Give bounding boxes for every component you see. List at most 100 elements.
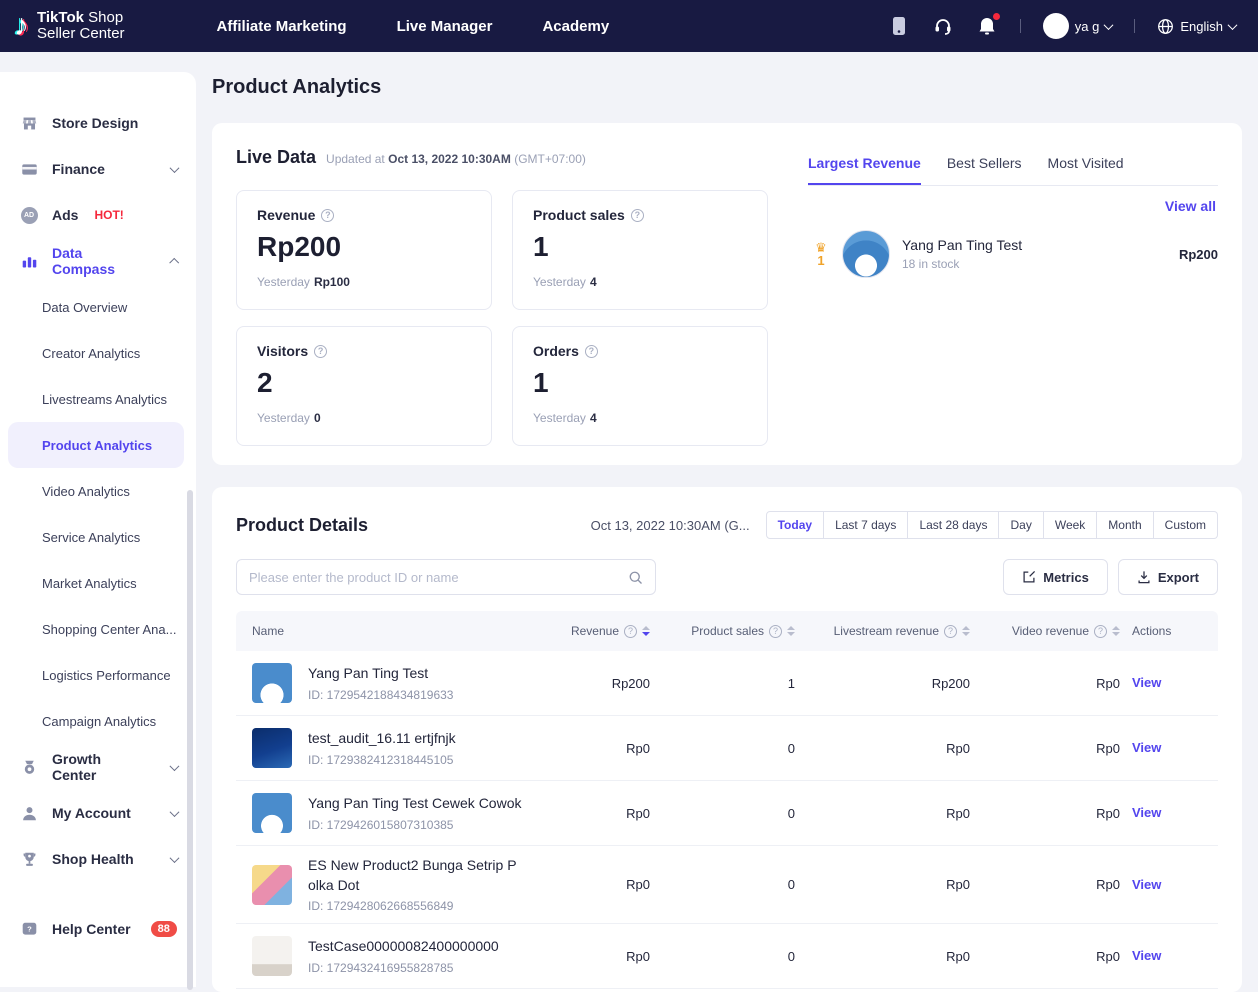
nav-link-academy[interactable]: Academy [542,18,609,35]
info-icon[interactable]: ? [314,345,327,358]
sort-icon[interactable] [962,626,970,636]
range-custom[interactable]: Custom [1154,511,1218,539]
sidebar-item-label: Ads [52,207,78,223]
date-range-group: Today Last 7 days Last 28 days Day Week … [766,511,1218,539]
nav-link-live-manager[interactable]: Live Manager [397,18,493,35]
product-details-card: Product Details Oct 13, 2022 10:30AM (G.… [212,487,1242,992]
user-name: ya g [1075,19,1100,34]
updated-at: Updated at Oct 13, 2022 10:30AM (GMT+07:… [326,152,586,166]
export-button[interactable]: Export [1118,559,1218,595]
sidebar-item-campaign-analytics[interactable]: Campaign Analytics [0,698,196,744]
sidebar-item-shop-health[interactable]: Shop Health [0,836,196,882]
info-icon[interactable]: ? [769,625,782,638]
tab-best-sellers[interactable]: Best Sellers [947,155,1022,185]
mobile-icon[interactable] [888,15,910,37]
product-name: ES New Product2 Bunga Setrip Polka Dot [308,856,522,895]
sidebar-item-data-overview[interactable]: Data Overview [0,284,196,330]
info-icon[interactable]: ? [944,625,957,638]
language-selector[interactable]: English [1157,18,1236,35]
nav-links: Affiliate Marketing Live Manager Academy [217,18,610,35]
growth-center-icon [20,758,38,776]
search-input[interactable] [249,570,628,585]
ranked-product-revenue: Rp200 [1179,247,1218,262]
video-revenue-cell: Rp0 [972,806,1122,821]
sort-icon[interactable] [1112,626,1120,636]
sidebar-item-shopping-center-analytics[interactable]: Shopping Center Ana... [0,606,196,652]
info-icon[interactable]: ? [321,209,334,222]
view-link[interactable]: View [1132,948,1161,963]
chevron-down-icon [1228,20,1238,30]
sidebar-item-ads[interactable]: AD Ads HOT! [0,192,196,238]
info-icon[interactable]: ? [1094,625,1107,638]
chevron-down-icon [1104,20,1114,30]
info-icon[interactable]: ? [624,625,637,638]
sidebar-item-creator-analytics[interactable]: Creator Analytics [0,330,196,376]
sidebar-scrollbar[interactable] [187,490,193,990]
data-compass-icon [20,252,38,270]
product-sales-cell: 0 [652,806,797,821]
view-link[interactable]: View [1132,805,1161,820]
sidebar-item-logistics-performance[interactable]: Logistics Performance [0,652,196,698]
sidebar-item-help-center[interactable]: ? Help Center 88 [0,906,196,952]
headset-icon[interactable] [932,15,954,37]
view-link[interactable]: View [1132,877,1161,892]
bell-icon[interactable] [976,15,998,37]
product-id: ID: 1729432416955828785 [308,961,499,975]
range-last-28-days[interactable]: Last 28 days [908,511,999,539]
view-link[interactable]: View [1132,740,1161,755]
view-all-link[interactable]: View all [1165,198,1216,214]
ranked-product-row[interactable]: ♛1 Yang Pan Ting Test 18 in stock Rp200 [808,230,1218,278]
export-icon [1137,570,1151,584]
view-link[interactable]: View [1132,675,1161,690]
product-sales-cell: 1 [652,676,797,691]
live-data-card: Live Data Updated at Oct 13, 2022 10:30A… [212,123,1242,465]
sidebar-item-product-analytics[interactable]: Product Analytics [8,422,184,468]
sidebar-item-data-compass[interactable]: Data Compass [0,238,196,284]
tiktok-logo[interactable]: ♪ TikTok Shop Seller Center [14,10,125,43]
col-revenue[interactable]: Revenue ? [537,624,652,638]
sidebar-item-livestreams-analytics[interactable]: Livestreams Analytics [0,376,196,422]
product-thumbnail [252,865,292,905]
sidebar-item-growth-center[interactable]: Growth Center [0,744,196,790]
sort-icon[interactable] [642,626,650,636]
my-account-icon [20,804,38,822]
user-menu[interactable]: ya g [1043,13,1113,39]
sidebar-item-market-analytics[interactable]: Market Analytics [0,560,196,606]
table-row: Yang Pan Ting Test Cewek Cowok ID: 17294… [236,781,1218,846]
product-thumbnail [252,663,292,703]
notification-dot [993,13,1000,20]
metric-value: 1 [533,367,747,399]
video-revenue-cell: Rp0 [972,949,1122,964]
revenue-cell: Rp0 [537,806,652,821]
col-video-revenue[interactable]: Video revenue ? [972,624,1122,638]
range-today[interactable]: Today [766,511,824,539]
range-last-7-days[interactable]: Last 7 days [824,511,908,539]
col-product-sales[interactable]: Product sales ? [652,624,797,638]
live-data-metrics: Live Data Updated at Oct 13, 2022 10:30A… [236,147,770,441]
tab-largest-revenue[interactable]: Largest Revenue [808,155,921,185]
info-icon[interactable]: ? [631,209,644,222]
tab-most-visited[interactable]: Most Visited [1048,155,1124,185]
metrics-button[interactable]: Metrics [1003,559,1108,595]
col-livestream-revenue[interactable]: Livestream revenue ? [797,624,972,638]
revenue-cell: Rp0 [537,741,652,756]
info-icon[interactable]: ? [585,345,598,358]
search-icon[interactable] [628,570,643,585]
col-name: Name [236,624,537,638]
range-week[interactable]: Week [1044,511,1097,539]
sidebar-item-finance[interactable]: Finance [0,146,196,192]
sidebar-item-store-design[interactable]: Store Design [0,100,196,146]
sidebar-item-label: Growth Center [52,751,143,783]
sidebar-item-video-analytics[interactable]: Video Analytics [0,468,196,514]
sidebar-item-service-analytics[interactable]: Service Analytics [0,514,196,560]
range-day[interactable]: Day [999,511,1043,539]
range-month[interactable]: Month [1097,511,1153,539]
product-table: Name Revenue ? Product sales ? Livestrea… [236,611,1218,989]
nav-link-affiliate-marketing[interactable]: Affiliate Marketing [217,18,347,35]
revenue-cell: Rp200 [537,676,652,691]
sidebar-item-my-account[interactable]: My Account [0,790,196,836]
video-revenue-cell: Rp0 [972,676,1122,691]
sort-icon[interactable] [787,626,795,636]
sidebar-item-label: My Account [52,805,131,821]
language-label: English [1180,19,1223,34]
